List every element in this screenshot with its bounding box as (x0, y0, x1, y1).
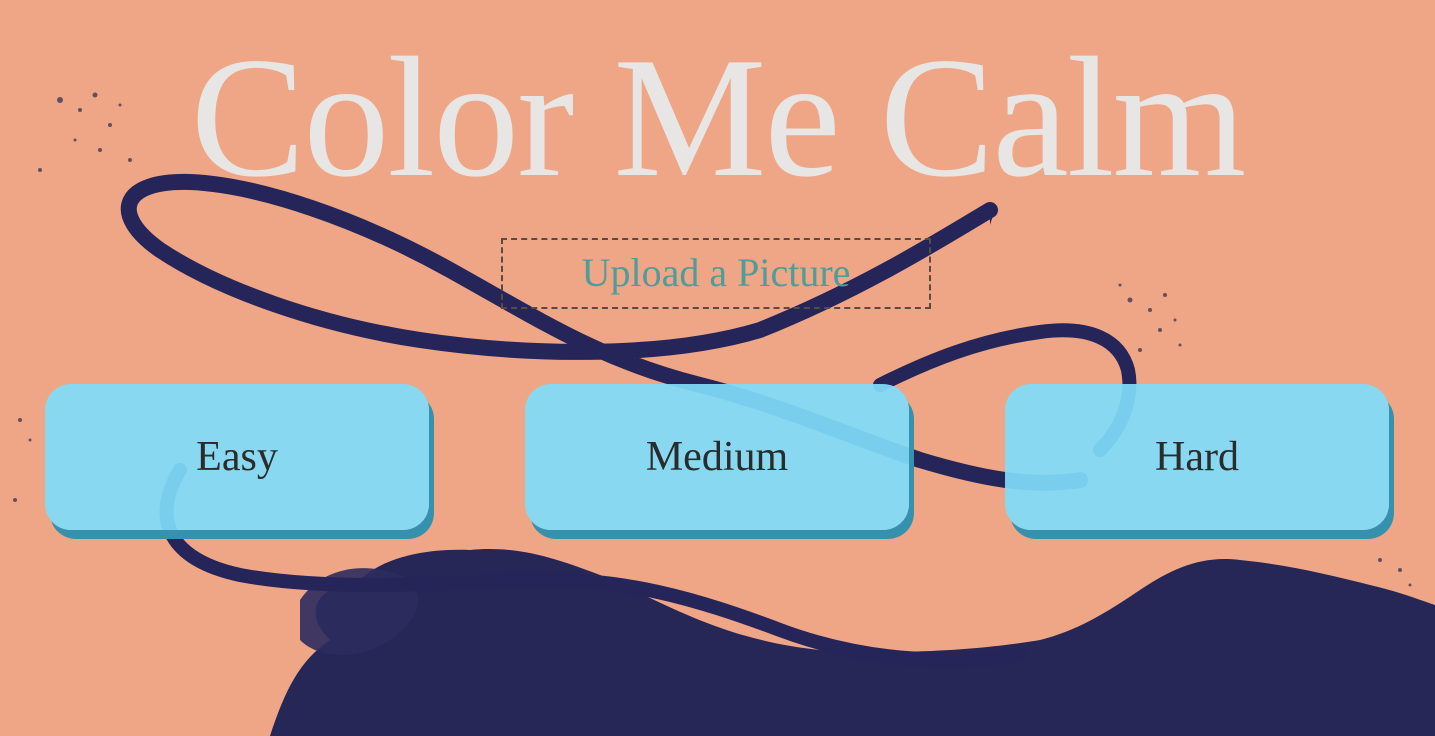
medium-button[interactable]: Medium (525, 384, 909, 530)
easy-button[interactable]: Easy (45, 384, 429, 530)
upload-picture-button[interactable]: Upload a Picture (501, 238, 931, 309)
hard-button[interactable]: Hard (1005, 384, 1389, 530)
app-title: Color Me Calm (190, 23, 1247, 213)
